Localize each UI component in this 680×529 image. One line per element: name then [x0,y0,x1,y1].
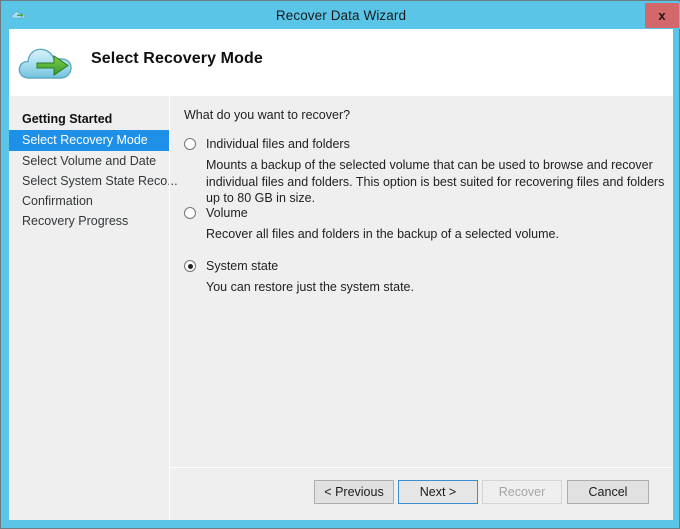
radio-system-state[interactable] [184,260,196,272]
sidebar-item-recovery-progress[interactable]: Recovery Progress [9,211,169,232]
radio-individual-files[interactable] [184,138,196,150]
recover-button: Recover [482,480,562,504]
sidebar-item-select-system-state-recovery[interactable]: Select System State Reco... [9,171,178,192]
wizard-header: Select Recovery Mode [9,29,673,96]
wizard-footer: < Previous Next > Recover Cancel [170,468,673,520]
option-label-system-state: System state [206,259,279,273]
option-description-volume: Recover all files and folders in the bac… [206,227,559,241]
wizard-steps-sidebar: Getting Started Select Recovery Mode Sel… [9,96,178,520]
option-system-state[interactable]: System state You can restore just the sy… [184,258,662,296]
previous-button[interactable]: < Previous [314,480,394,504]
option-description-individual-files: Mounts a backup of the selected volume t… [206,158,665,205]
sidebar-item-confirmation[interactable]: Confirmation [9,191,169,212]
option-label-individual-files: Individual files and folders [206,137,350,151]
cancel-button[interactable]: Cancel [567,480,649,504]
recovery-question-label: What do you want to recover? [184,108,351,122]
sidebar-item-select-volume-and-date[interactable]: Select Volume and Date [9,151,169,172]
radio-volume[interactable] [184,207,196,219]
sidebar-item-select-recovery-mode[interactable]: Select Recovery Mode [9,130,169,151]
wizard-body: Getting Started Select Recovery Mode Sel… [9,96,673,520]
option-label-volume: Volume [206,206,248,220]
next-button[interactable]: Next > [398,480,478,504]
cloud-recovery-icon [17,36,73,88]
option-individual-files[interactable]: Individual files and folders Mounts a ba… [184,136,664,207]
sidebar-item-getting-started[interactable]: Getting Started [9,109,169,130]
page-title: Select Recovery Mode [91,50,263,67]
close-button[interactable]: x [645,3,679,28]
option-description-system-state: You can restore just the system state. [206,280,414,294]
window-title: Recover Data Wizard [275,8,407,23]
option-volume[interactable]: Volume Recover all files and folders in … [184,205,662,243]
title-bar: Recover Data Wizard x [2,2,680,29]
wizard-window: Recover Data Wizard x Select Recovery Mo… [0,0,680,529]
main-content: What do you want to recover? Individual … [170,96,673,520]
